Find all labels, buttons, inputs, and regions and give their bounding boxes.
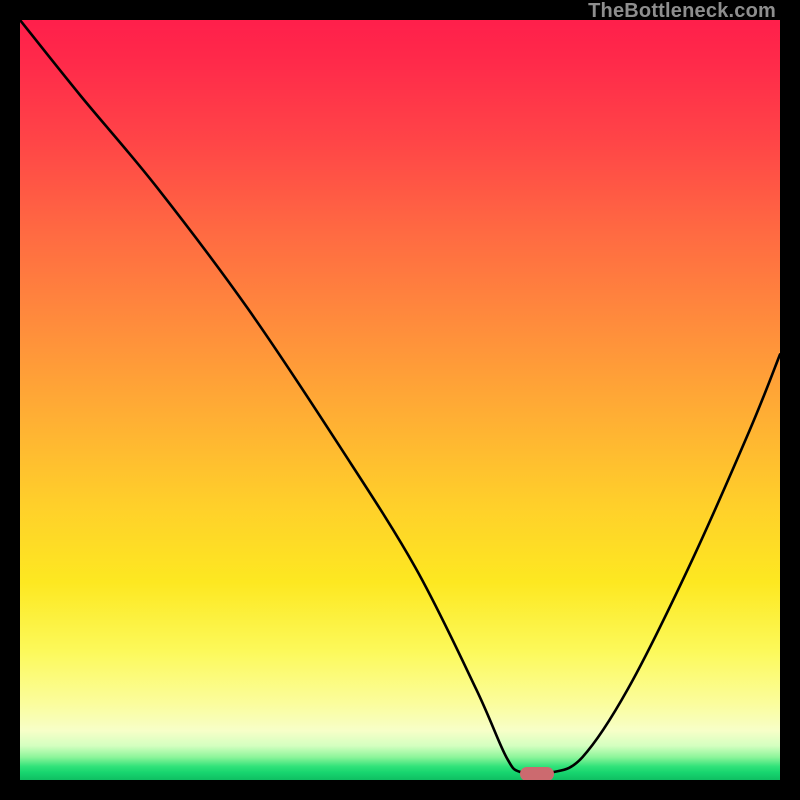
plot-area (20, 20, 780, 780)
bottleneck-curve (20, 20, 780, 780)
optimal-marker (520, 767, 554, 780)
chart-frame: TheBottleneck.com (0, 0, 800, 800)
